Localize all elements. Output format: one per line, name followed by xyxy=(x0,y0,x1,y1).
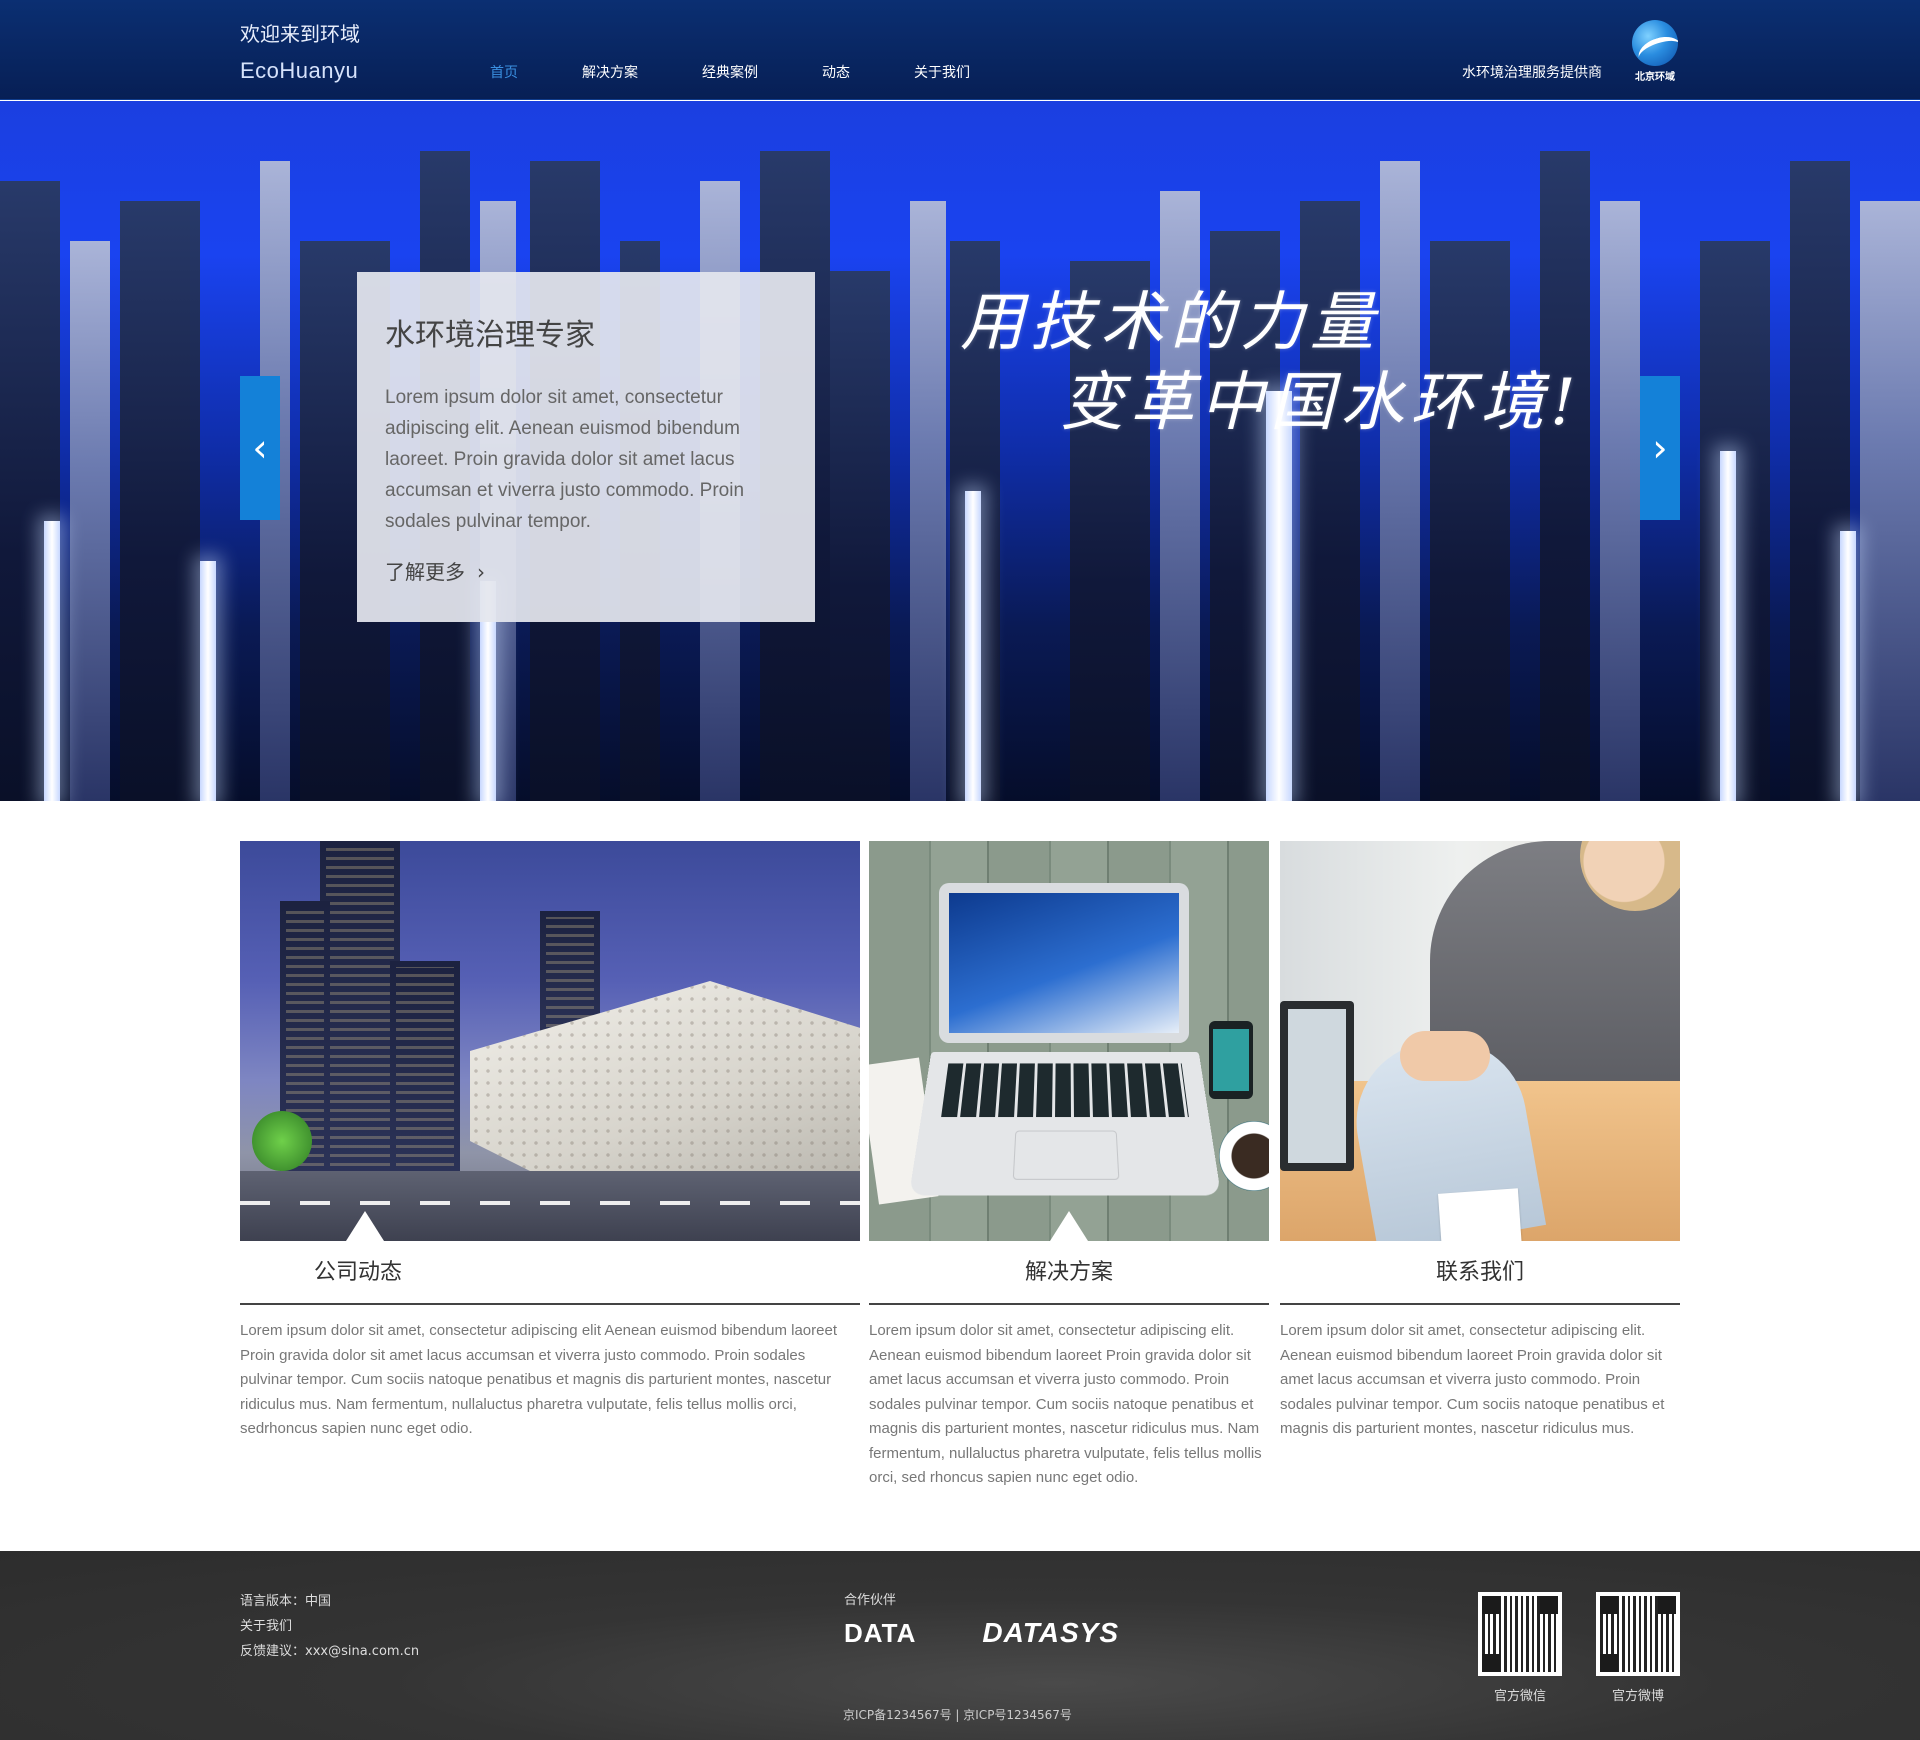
card-title: 解决方案 xyxy=(869,1241,1269,1305)
welcome-text: 欢迎来到环域 xyxy=(240,22,360,46)
carousel-next-button[interactable]: › xyxy=(1640,376,1680,520)
header-tagline: 水环境治理服务提供商 xyxy=(1462,65,1602,81)
hero-title: 水环境治理专家 xyxy=(385,318,595,353)
hero-banner: 水环境治理专家 Lorem ipsum dolor sit amet, cons… xyxy=(0,101,1920,801)
language-link[interactable]: 语言版本：中国 xyxy=(240,1589,419,1614)
nav-item-cases[interactable]: 经典案例 xyxy=(702,62,758,82)
footer-info: 语言版本：中国 关于我们 反馈建议：xxx@sina.com.cn xyxy=(240,1589,419,1664)
card-text: Lorem ipsum dolor sit amet, consectetur … xyxy=(1280,1322,1665,1437)
card-company-news[interactable]: 公司动态 Lorem ipsum dolor sit amet, consect… xyxy=(240,841,860,1442)
card-solutions[interactable]: 解决方案 Lorem ipsum dolor sit amet, consect… xyxy=(869,841,1269,1491)
card-image-laptop[interactable] xyxy=(869,841,1269,1241)
site-footer: 语言版本：中国 关于我们 反馈建议：xxx@sina.com.cn 合作伙伴 D… xyxy=(0,1551,1920,1740)
card-contact-us[interactable]: 联系我们 Lorem ipsum dolor sit amet, consect… xyxy=(1280,841,1680,1442)
weibo-qr-label: 官方微博 xyxy=(1611,1689,1664,1704)
hero-description: Lorem ipsum dolor sit amet, consectetur … xyxy=(385,387,745,532)
nav-item-about[interactable]: 关于我们 xyxy=(914,62,970,82)
nav-item-news[interactable]: 动态 xyxy=(822,62,850,82)
learn-more-link[interactable]: 了解更多 › xyxy=(385,556,485,585)
site-header: 欢迎来到环域 EcoHuanyu 首页 解决方案 经典案例 动态 关于我们 水环… xyxy=(0,0,1920,100)
main-nav: 首页 解决方案 经典案例 动态 关于我们 xyxy=(490,62,1034,82)
card-text: Lorem ipsum dolor sit amet, consectetur … xyxy=(869,1322,1262,1486)
partner-logos: DATA DATASYS xyxy=(844,1617,1119,1649)
partner-logo-data[interactable]: DATA xyxy=(844,1618,916,1649)
brand-name[interactable]: EcoHuanyu xyxy=(240,58,358,84)
nav-item-solutions[interactable]: 解决方案 xyxy=(582,62,638,82)
learn-more-label: 了解更多 xyxy=(385,560,465,584)
slogan-line-1: 用技术的力量 xyxy=(960,286,1380,360)
chevron-right-icon: › xyxy=(1652,426,1668,470)
chevron-left-icon: ‹ xyxy=(252,426,268,470)
feedback-link[interactable]: 反馈建议：xxx@sina.com.cn xyxy=(240,1639,419,1664)
wechat-qr-code xyxy=(1478,1592,1562,1676)
wechat-qr-label: 官方微信 xyxy=(1493,1689,1546,1704)
logo-icon xyxy=(1632,20,1678,66)
slogan-line-2: 变革中国水环境! xyxy=(1060,366,1582,440)
partner-logo-datasys[interactable]: DATASYS xyxy=(982,1617,1119,1649)
logo-text: 北京环域 xyxy=(1635,72,1675,83)
card-title: 公司动态 xyxy=(240,1241,860,1305)
card-image-city-building[interactable] xyxy=(240,841,860,1241)
nav-item-home[interactable]: 首页 xyxy=(490,62,518,82)
card-image-handshake[interactable] xyxy=(1280,841,1680,1241)
hero-slogan: 用技术的力量 变革中国水环境! xyxy=(960,283,1582,443)
hero-background-image xyxy=(0,101,1920,801)
feature-cards: 公司动态 Lorem ipsum dolor sit amet, consect… xyxy=(240,841,1680,1541)
icp-license: 京ICP备1234567号 | 京ICP号1234567号 xyxy=(843,1708,1072,1722)
weibo-qr-code xyxy=(1596,1592,1680,1676)
carousel-prev-button[interactable]: ‹ xyxy=(240,376,280,520)
about-link[interactable]: 关于我们 xyxy=(240,1614,419,1639)
chevron-right-icon: › xyxy=(477,560,485,584)
hero-info-card: 水环境治理专家 Lorem ipsum dolor sit amet, cons… xyxy=(357,272,815,622)
card-title: 联系我们 xyxy=(1280,1241,1680,1305)
card-text: Lorem ipsum dolor sit amet, consectetur … xyxy=(240,1322,837,1437)
partners-label: 合作伙伴 xyxy=(844,1593,897,1608)
company-logo[interactable]: 北京环域 xyxy=(1630,20,1680,83)
